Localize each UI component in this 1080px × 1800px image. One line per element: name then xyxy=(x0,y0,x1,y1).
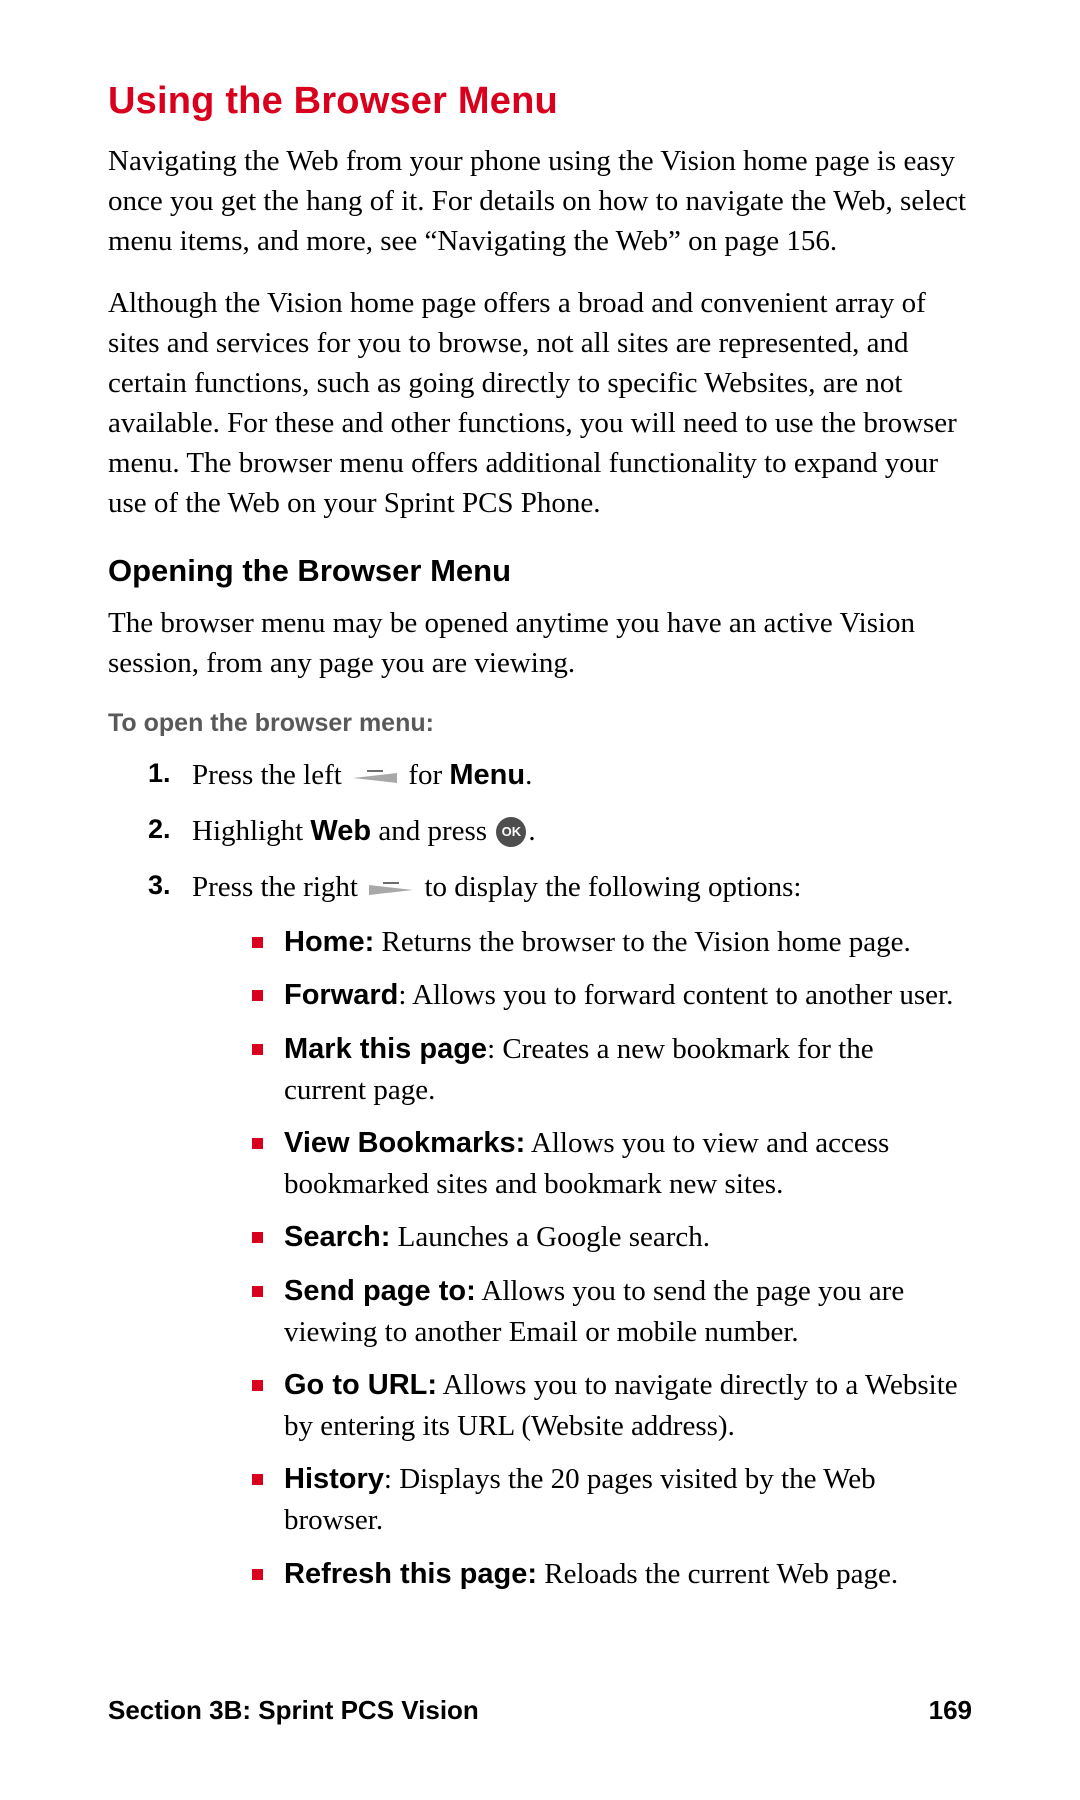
step-3: 3. Press the right to display the follow… xyxy=(148,866,972,1594)
subheading-opening: Opening the Browser Menu xyxy=(108,553,972,589)
option-text: Reloads the current Web page. xyxy=(537,1558,898,1590)
options-list: Home: Returns the browser to the Vision … xyxy=(252,922,972,1594)
ok-button-icon: OK xyxy=(496,817,526,847)
list-item: Refresh this page: Reloads the current W… xyxy=(252,1554,972,1595)
step-text: for xyxy=(401,759,449,791)
step-text: . xyxy=(525,759,532,791)
list-item: View Bookmarks: Allows you to view and a… xyxy=(252,1123,972,1205)
menu-label: Menu xyxy=(449,759,525,791)
step-text: to display the following options: xyxy=(417,871,801,903)
step-number: 1. xyxy=(148,754,171,793)
step-number: 3. xyxy=(148,866,171,905)
option-label: Search: xyxy=(284,1221,390,1253)
lead-label: To open the browser menu: xyxy=(108,709,972,738)
footer-section-label: Section 3B: Sprint PCS Vision xyxy=(108,1695,479,1726)
steps-list: 1. Press the left for Menu. 2. Highlight… xyxy=(148,754,972,1595)
option-label: Mark this page xyxy=(284,1033,487,1065)
page-title: Using the Browser Menu xyxy=(108,80,972,123)
option-label: Forward xyxy=(284,979,398,1011)
option-label: View Bookmarks: xyxy=(284,1127,525,1159)
option-label: Go to URL: xyxy=(284,1369,437,1401)
right-softkey-icon xyxy=(369,881,413,899)
step-text: Press the left xyxy=(192,759,349,791)
opening-paragraph: The browser menu may be opened anytime y… xyxy=(108,603,972,683)
option-text: : Allows you to forward content to anoth… xyxy=(398,979,953,1011)
option-label: Home: xyxy=(284,926,374,958)
document-page: Using the Browser Menu Navigating the We… xyxy=(0,0,1080,1800)
option-text: Returns the browser to the Vision home p… xyxy=(374,926,911,958)
list-item: Go to URL: Allows you to navigate direct… xyxy=(252,1365,972,1447)
step-text: Highlight xyxy=(192,815,310,847)
list-item: Send page to: Allows you to send the pag… xyxy=(252,1271,972,1353)
web-label: Web xyxy=(310,815,371,847)
list-item: Forward: Allows you to forward content t… xyxy=(252,975,972,1016)
list-item: Mark this page: Creates a new bookmark f… xyxy=(252,1029,972,1111)
list-item: Home: Returns the browser to the Vision … xyxy=(252,922,972,963)
list-item: Search: Launches a Google search. xyxy=(252,1217,972,1258)
step-2: 2. Highlight Web and press OK. xyxy=(148,810,972,852)
option-label: Send page to: xyxy=(284,1275,476,1307)
step-1: 1. Press the left for Menu. xyxy=(148,754,972,796)
step-text: . xyxy=(528,815,535,847)
intro-paragraph-1: Navigating the Web from your phone using… xyxy=(108,141,972,261)
page-footer: Section 3B: Sprint PCS Vision 169 xyxy=(108,1695,972,1726)
intro-paragraph-2: Although the Vision home page offers a b… xyxy=(108,283,972,523)
option-label: History xyxy=(284,1463,384,1495)
step-number: 2. xyxy=(148,810,171,849)
left-softkey-icon xyxy=(353,769,397,787)
footer-page-number: 169 xyxy=(929,1695,972,1726)
step-text: and press xyxy=(371,815,494,847)
list-item: History: Displays the 20 pages visited b… xyxy=(252,1459,972,1541)
step-text: Press the right xyxy=(192,871,365,903)
option-text: Launches a Google search. xyxy=(390,1221,710,1253)
option-label: Refresh this page: xyxy=(284,1558,537,1590)
